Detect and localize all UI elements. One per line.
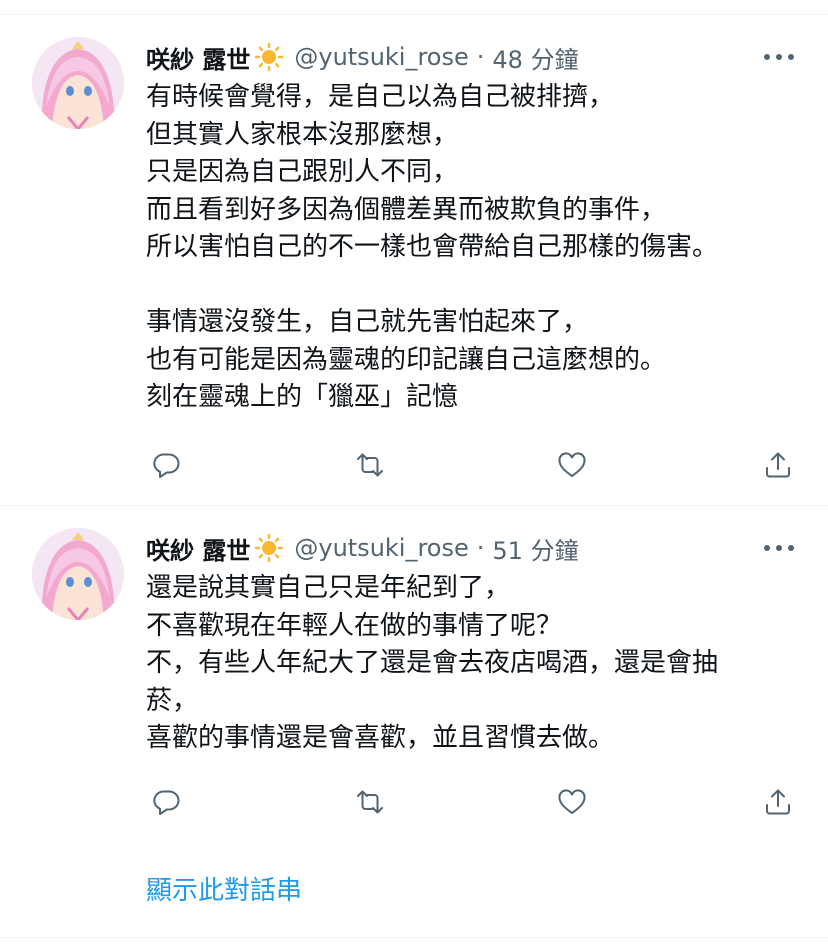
tweet[interactable]: 咲紗 露世 @yutsuki_rose · 51 分鐘 還是說其實自己只是年紀到… (0, 506, 828, 851)
sun-icon (254, 42, 284, 72)
tweet-actions (146, 782, 806, 822)
handle[interactable]: @yutsuki_rose (294, 534, 468, 562)
tweet-line: 所以害怕自己的不一樣也會帶給自己那樣的傷害。 (146, 232, 719, 262)
separator: · (476, 534, 485, 562)
handle[interactable]: @yutsuki_rose (294, 43, 468, 71)
retweet-icon[interactable] (350, 782, 390, 822)
tweet-line: 而且看到好多因為個體差異而被欺負的事件， (146, 194, 667, 225)
tweet-line: 刻在靈魂上的「獵巫」記憶 (146, 382, 459, 412)
bottom-divider (0, 937, 828, 938)
show-thread-link[interactable]: 顯示此對話串 (146, 870, 302, 907)
timestamp[interactable]: 48 分鐘 (492, 40, 578, 75)
tweet-line: 但其實人家根本沒那麼想， (146, 119, 459, 150)
tweet-line: 不，有些人年紀大了還是會去夜店喝酒，還是會抽 (146, 648, 719, 678)
tweet-line: 也有可能是因為靈魂的印記讓自己這麼想的。 (146, 344, 667, 375)
tweet-line: 事情還沒發生，自己就先害怕起來了， (146, 307, 589, 337)
tweet-line: 有時候會覺得，是自己以為自己被排擠， (146, 82, 615, 112)
separator: · (476, 43, 485, 71)
avatar[interactable] (32, 528, 124, 620)
share-icon[interactable] (758, 782, 798, 822)
avatar[interactable] (32, 37, 124, 129)
tweet-header: 咲紗 露世 @yutsuki_rose · 48 分鐘 (146, 37, 579, 77)
display-name[interactable]: 咲紗 露世 (146, 531, 250, 566)
tweet-text: 還是說其實自己只是年紀到了， 不喜歡現在年輕人在做的事情了呢？ 不，有些人年紀大… (146, 570, 786, 758)
avatar-illustration (32, 37, 124, 129)
tweet-header: 咲紗 露世 @yutsuki_rose · 51 分鐘 (146, 528, 579, 568)
reply-icon[interactable] (146, 445, 186, 485)
retweet-icon[interactable] (350, 445, 390, 485)
more-icon[interactable] (760, 536, 798, 560)
timestamp[interactable]: 51 分鐘 (492, 531, 578, 566)
tweet-actions (146, 445, 806, 485)
tweet-line: 菸， (146, 685, 199, 716)
like-icon[interactable] (552, 445, 592, 485)
avatar-illustration (32, 528, 124, 620)
tweet-line: 還是說其實自己只是年紀到了， (146, 573, 511, 603)
display-name[interactable]: 咲紗 露世 (146, 40, 250, 75)
tweet[interactable]: 咲紗 露世 @yutsuki_rose · 48 分鐘 有時候會覺得，是自己以為… (0, 15, 828, 505)
tweet-line: 不喜歡現在年輕人在做的事情了呢？ (146, 610, 563, 641)
tweet-line: 喜歡的事情還是會喜歡，並且習慣去做。 (146, 723, 615, 753)
reply-icon[interactable] (146, 782, 186, 822)
tweet-line: 只是因為自己跟別人不同， (146, 157, 459, 187)
sun-icon (254, 533, 284, 563)
like-icon[interactable] (552, 782, 592, 822)
more-icon[interactable] (760, 45, 798, 69)
share-icon[interactable] (758, 445, 798, 485)
tweet-text: 有時候會覺得，是自己以為自己被排擠， 但其實人家根本沒那麼想， 只是因為自己跟別… (146, 79, 786, 417)
